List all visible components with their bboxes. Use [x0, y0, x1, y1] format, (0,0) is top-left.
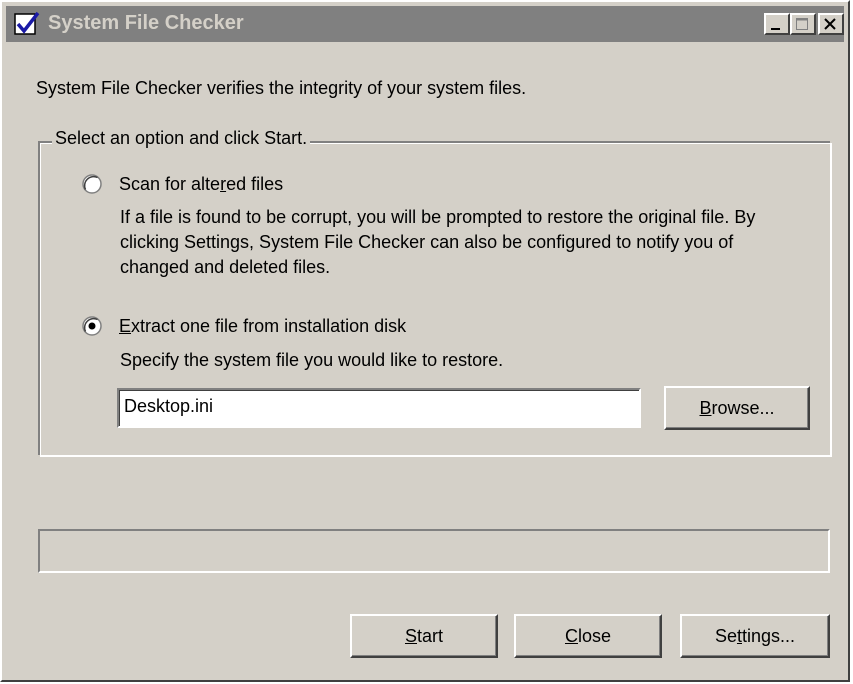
- scan-altered-files-label[interactable]: Scan for altered files: [119, 174, 283, 195]
- extract-file-help: Specify the system file you would like t…: [120, 350, 504, 370]
- close-icon: [824, 18, 836, 30]
- checkmark-app-icon: [14, 11, 40, 35]
- window-title: System File Checker: [48, 12, 244, 34]
- system-file-input[interactable]: [117, 388, 641, 428]
- options-group-label: Select an option and click Start.: [52, 128, 311, 149]
- minimize-icon: [771, 28, 780, 30]
- start-button[interactable]: Start: [350, 614, 498, 658]
- title-bar[interactable]: System File Checker: [6, 6, 844, 42]
- close-button[interactable]: Close: [514, 614, 662, 658]
- extract-file-label[interactable]: Extract one file from installation disk: [119, 316, 406, 337]
- dialog-description: System File Checker verifies the integri…: [36, 78, 527, 98]
- minimize-button[interactable]: [764, 13, 790, 35]
- browse-button[interactable]: Browse...: [664, 386, 810, 430]
- settings-button[interactable]: Se t tings...: [680, 614, 830, 658]
- scan-altered-files-help: If a file is found to be corrupt, you wi…: [120, 207, 756, 277]
- maximize-button[interactable]: [790, 13, 816, 35]
- maximize-icon: [796, 18, 808, 30]
- extract-file-radio[interactable]: [82, 316, 102, 336]
- close-window-button[interactable]: [818, 13, 844, 35]
- scan-altered-files-radio[interactable]: [82, 174, 102, 194]
- system-file-checker-window: System File Checker System File Checker …: [0, 0, 850, 682]
- progress-bar: [38, 529, 830, 573]
